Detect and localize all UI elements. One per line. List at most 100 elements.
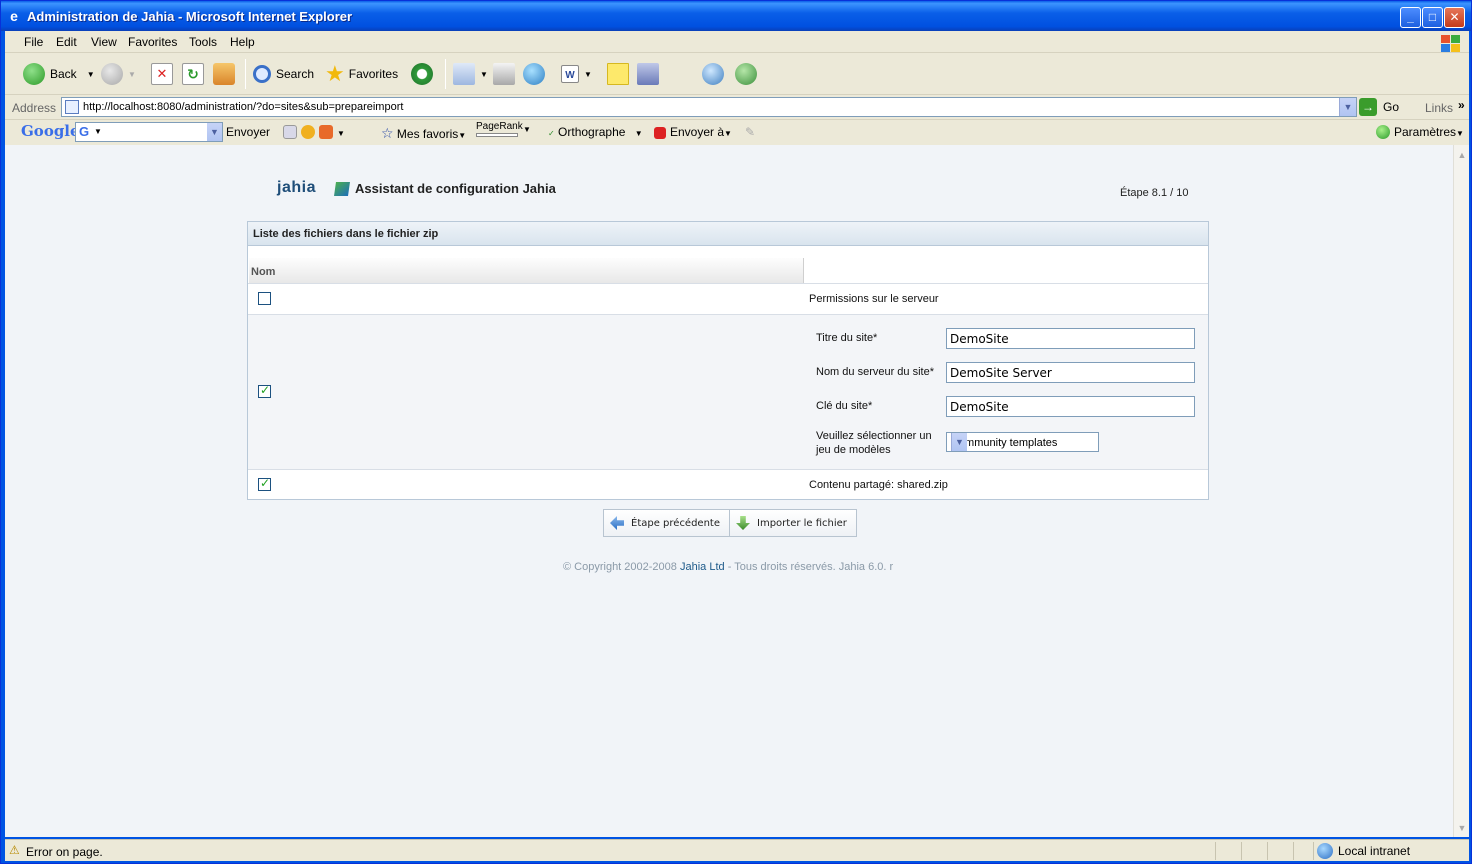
google-search-input[interactable]: G ▼ ▼ [75, 122, 223, 142]
column-name-label: Nom [251, 266, 276, 278]
close-button[interactable]: ✕ [1444, 7, 1465, 28]
refresh-button[interactable]: ↻ [182, 61, 209, 87]
site-title-input[interactable] [946, 328, 1195, 349]
forward-button[interactable]: ▼ [101, 61, 136, 87]
permissions-checkbox[interactable] [258, 292, 271, 305]
menu-edit[interactable]: Edit [56, 35, 77, 49]
intranet-globe-icon [1317, 843, 1333, 859]
go-button[interactable]: → Go [1359, 98, 1399, 116]
address-url[interactable]: http://localhost:8080/administration/?do… [83, 101, 403, 113]
edit-word-button[interactable]: W ▼ [561, 61, 592, 87]
status-divider [1215, 842, 1216, 860]
column-header-name: Nom [249, 258, 804, 283]
history-button[interactable] [411, 61, 438, 87]
address-bar: Address http://localhost:8080/administra… [5, 96, 1469, 120]
search-label: Search [276, 67, 315, 81]
parametres-button[interactable]: Paramètres▼ [1376, 125, 1464, 139]
research-button[interactable] [637, 61, 664, 87]
discuss-icon [702, 63, 724, 85]
spellcheck-icon: ✓ [548, 129, 555, 138]
search-button[interactable]: Search [253, 61, 314, 87]
import-file-label: Importer le fichier [757, 517, 847, 529]
jahia-ltd-link[interactable]: Jahia Ltd [680, 561, 725, 573]
template-set-select[interactable]: Community templates ▼ [946, 432, 1099, 452]
contacts-button[interactable] [735, 61, 762, 87]
go-arrow-icon: → [1359, 98, 1377, 116]
favoris-star-icon: ☆ [381, 125, 394, 141]
envoyer-a-dropdown-icon: ▼ [724, 129, 732, 138]
step-indicator: Étape 8.1 / 10 [1120, 187, 1189, 199]
discuss-button[interactable] [702, 61, 729, 87]
scroll-down-icon[interactable]: ▼ [1455, 821, 1469, 835]
minimize-button[interactable]: _ [1400, 7, 1421, 28]
notes-button[interactable] [607, 61, 634, 87]
site-checkbox[interactable] [258, 383, 271, 398]
favorites-button[interactable]: ★ Favorites [325, 61, 398, 87]
pagerank-dropdown-icon[interactable]: ▼ [523, 125, 531, 134]
edit-dropdown-icon[interactable]: ▼ [584, 70, 592, 79]
status-divider [1241, 842, 1242, 860]
vertical-scrollbar[interactable]: ▲ ▼ [1453, 145, 1469, 837]
previous-step-button[interactable]: Étape précédente [603, 509, 730, 537]
google-tools-icons[interactable]: ▼ [283, 125, 345, 139]
messenger-button[interactable] [523, 61, 550, 87]
wizard-icon [334, 181, 350, 196]
menu-view[interactable]: View [91, 35, 117, 49]
mail-button[interactable]: ▼ [453, 61, 488, 87]
mes-favoris-label: Mes favoris [396, 127, 459, 141]
site-server-label: Nom du serveur du site* [816, 366, 934, 378]
browser-chrome: File Edit View Favorites Tools Help Back… [5, 31, 1469, 145]
word-icon: W [561, 65, 579, 83]
search-icon [253, 65, 271, 83]
orthographe-button[interactable]: ✓ Orthographe ▼ [548, 125, 643, 139]
site-server-input[interactable] [946, 362, 1195, 383]
arrow-left-icon [610, 516, 624, 530]
google-logo[interactable]: Google [21, 122, 80, 140]
chevron-down-icon[interactable]: ▼ [951, 433, 967, 451]
orthographe-dropdown-icon: ▼ [634, 129, 643, 138]
parametres-label: Paramètres [1394, 125, 1457, 139]
status-divider [1293, 842, 1294, 860]
previous-step-label: Étape précédente [631, 517, 720, 529]
wizard-title: Assistant de configuration Jahia [334, 181, 556, 196]
back-button[interactable]: Back ▼ [23, 61, 95, 87]
mail-dropdown-icon[interactable]: ▼ [480, 70, 488, 79]
address-input[interactable]: http://localhost:8080/administration/?do… [61, 97, 1357, 117]
browser-window: e Administration de Jahia - Microsoft In… [0, 0, 1472, 864]
address-dropdown-icon[interactable]: ▼ [1339, 98, 1356, 116]
google-g-dropdown-icon[interactable]: ▼ [94, 127, 102, 136]
google-search-dropdown-icon[interactable]: ▼ [207, 123, 222, 141]
note-icon [607, 63, 629, 85]
settings-globe-icon [1376, 125, 1390, 139]
envoyer-a-button[interactable]: Envoyer à▼ [654, 125, 732, 139]
warning-icon[interactable]: ⚠ [9, 844, 23, 857]
menu-favorites[interactable]: Favorites [128, 35, 177, 49]
menu-tools[interactable]: Tools [189, 35, 217, 49]
pagerank-button[interactable]: PageRank [476, 121, 523, 137]
google-send-button[interactable]: Envoyer [226, 125, 270, 139]
zip-files-panel: Liste des fichiers dans le fichier zip N… [247, 221, 1209, 500]
links-button[interactable]: Links [1425, 101, 1453, 115]
import-file-button[interactable]: Importer le fichier [729, 509, 857, 537]
back-dropdown-icon[interactable]: ▼ [87, 70, 95, 79]
print-button[interactable] [493, 61, 520, 87]
menu-bar: File Edit View Favorites Tools Help [5, 31, 1469, 53]
shared-content-checkbox[interactable] [258, 476, 271, 491]
status-message: Error on page. [26, 845, 103, 859]
favorites-star-icon: ★ [325, 61, 345, 86]
menu-file[interactable]: File [24, 35, 43, 49]
windows-flag-icon [1437, 32, 1461, 52]
research-icon [637, 63, 659, 85]
copyright-footer: © Copyright 2002-2008 Jahia Ltd - Tous d… [563, 561, 893, 573]
menu-help[interactable]: Help [230, 35, 255, 49]
stop-button[interactable]: ✕ [151, 61, 178, 87]
chevron-right-icon[interactable]: » [1458, 98, 1465, 112]
home-icon [213, 63, 235, 85]
site-key-input[interactable] [946, 396, 1195, 417]
pencil-icon[interactable]: ✎ [745, 125, 755, 139]
site-title-label: Titre du site* [816, 332, 878, 344]
maximize-button[interactable]: □ [1422, 7, 1443, 28]
mes-favoris-button[interactable]: ☆ Mes favoris▼ [381, 125, 466, 142]
scroll-up-icon[interactable]: ▲ [1455, 148, 1469, 162]
home-button[interactable] [213, 61, 240, 87]
